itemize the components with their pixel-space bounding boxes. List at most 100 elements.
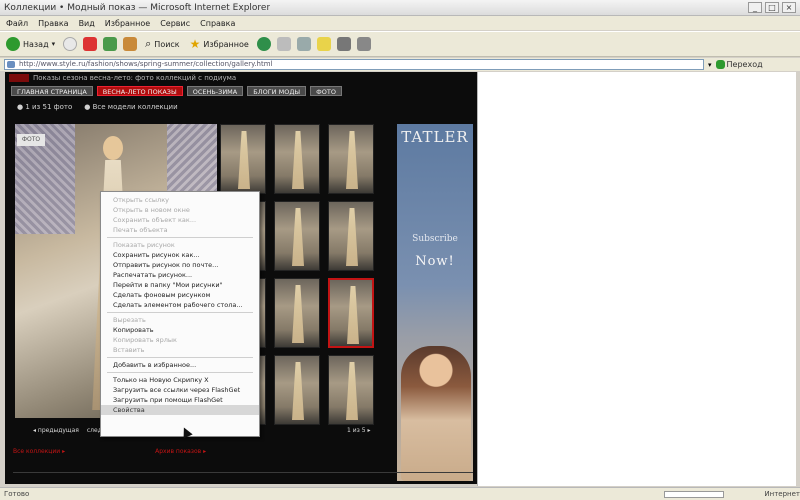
menu-favorites[interactable]: Избранное (105, 19, 150, 28)
progress-bar (664, 490, 725, 498)
nav-tab-autumn-winter[interactable]: ОСЕНЬ-ЗИМА (186, 86, 244, 96)
thumb-figure (292, 285, 304, 343)
home-icon[interactable] (123, 37, 138, 51)
refresh-icon[interactable] (103, 37, 118, 51)
go-button[interactable]: Переход (715, 60, 763, 69)
search-label: Поиск (154, 39, 180, 49)
footer-link[interactable]: Архив показов ▸ (155, 448, 206, 455)
nav-tab-spring-summer[interactable]: ВЕСНА-ЛЕТО ПОКАЗЫ (96, 86, 183, 96)
context-menu-item: Вырезать (113, 316, 146, 324)
maximize-button[interactable]: □ (765, 2, 779, 13)
context-menu-item: Печать объекта (113, 226, 168, 234)
search-icon: ⌕ (145, 37, 152, 50)
menu-tools[interactable]: Сервис (160, 19, 190, 28)
context-menu-item[interactable]: Сделать фоновым рисунком (101, 290, 259, 300)
menu-bar: Файл Правка Вид Избранное Сервис Справка (0, 16, 800, 30)
chevron-down-icon: ▾ (51, 40, 56, 48)
context-menu-separator (107, 372, 253, 373)
context-menu-item[interactable]: Перейти в папку "Мои рисунки" (101, 280, 259, 290)
context-menu-item[interactable]: Загрузить при помощи FlashGet (101, 395, 259, 405)
search-button[interactable]: ⌕ Поиск (143, 34, 182, 54)
thumb-figure (292, 208, 304, 266)
menu-help[interactable]: Справка (200, 19, 235, 28)
star-icon: ★ (189, 37, 201, 51)
thumbnail[interactable] (328, 355, 374, 425)
context-menu-item[interactable]: Копировать (101, 325, 259, 335)
context-menu-item[interactable]: Сделать элементом рабочего стола... (101, 300, 259, 310)
address-bar: http://www.style.ru/fashion/shows/spring… (0, 58, 800, 71)
context-menu-item[interactable]: Только на Новую Скрипку X (101, 375, 259, 385)
ad-now: Now! (415, 254, 455, 269)
site-header-text: Показы сезона весна-лето: фото коллекций… (33, 74, 237, 82)
thumbnail[interactable] (328, 124, 374, 194)
ad-model-photo (401, 346, 471, 481)
thumb-figure (238, 131, 250, 189)
stop-icon[interactable] (83, 37, 98, 51)
thumb-figure (346, 208, 358, 266)
edit-icon[interactable] (316, 37, 331, 51)
status-bar: Готово Интернет (0, 487, 800, 500)
menu-file[interactable]: Файл (6, 19, 28, 28)
all-models-link[interactable]: ● Все модели коллекции (84, 103, 177, 111)
thumbnail[interactable] (274, 278, 320, 348)
thumb-figure (347, 286, 359, 344)
context-menu-item[interactable]: Загрузить все ссылки через FlashGet (101, 385, 259, 395)
context-menu-item[interactable]: Распечатать рисунок... (101, 270, 259, 280)
mail-icon[interactable] (276, 37, 291, 51)
go-label: Переход (726, 60, 763, 69)
favorites-button[interactable]: ★ Избранное (188, 34, 251, 54)
nav-tab-photo[interactable]: ФОТО (310, 86, 342, 96)
back-button[interactable]: Назад ▾ (4, 34, 57, 54)
context-menu-item[interactable]: Добавить в избранное... (101, 360, 259, 370)
tatler-ad-banner[interactable]: TATLER Subscribe Now! (397, 124, 473, 481)
thumbnail[interactable] (274, 355, 320, 425)
messenger-icon[interactable] (356, 37, 371, 51)
thumbnail[interactable] (220, 124, 266, 194)
address-input[interactable]: http://www.style.ru/fashion/shows/spring… (4, 59, 704, 70)
prev-link[interactable]: ◂ предыдущая (33, 427, 79, 434)
context-menu-separator (107, 237, 253, 238)
nav-tab-home[interactable]: ГЛАВНАЯ СТРАНИЦА (11, 86, 93, 96)
thumbnail-selected[interactable] (328, 278, 374, 348)
forward-arrow-icon[interactable] (63, 37, 78, 51)
footer-divider (13, 472, 473, 473)
footer-links: Все коллекции ▸ Архив показов ▸ (13, 448, 206, 455)
context-menu-item: Сохранить объект как... (113, 216, 197, 224)
discuss-icon[interactable] (336, 37, 351, 51)
context-menu-item: Вставить (113, 346, 145, 354)
blank-page-area (477, 72, 796, 486)
context-menu-item[interactable]: Свойства (101, 405, 259, 415)
toolbar: Назад ▾ ⌕ Поиск ★ Избранное (0, 31, 800, 57)
context-menu-item: Открыть в новом окне (113, 206, 190, 214)
photo-caption: ФОТО (17, 134, 45, 146)
context-menu-separator (107, 357, 253, 358)
site-nav: ГЛАВНАЯ СТРАНИЦА ВЕСНА-ЛЕТО ПОКАЗЫ ОСЕНЬ… (11, 86, 342, 96)
model-head (103, 136, 123, 160)
menu-view[interactable]: Вид (79, 19, 95, 28)
context-menu-separator (107, 312, 253, 313)
favorites-label: Избранное (203, 39, 249, 49)
window-controls: _ □ × (748, 2, 796, 13)
ad-subscribe: Subscribe (412, 234, 458, 244)
minimize-button[interactable]: _ (748, 2, 762, 13)
thumbnail[interactable] (274, 124, 320, 194)
thumbnail[interactable] (274, 201, 320, 271)
site-logo[interactable] (9, 74, 29, 82)
nav-tab-blogs[interactable]: БЛОГИ МОДЫ (247, 86, 307, 96)
print-icon[interactable] (296, 37, 311, 51)
history-icon[interactable] (256, 37, 271, 51)
window-title: Коллекции • Модный показ — Microsoft Int… (4, 2, 271, 13)
close-button[interactable]: × (782, 2, 796, 13)
context-menu-item[interactable]: Сохранить рисунок как... (101, 250, 259, 260)
thumbnail[interactable] (328, 201, 374, 271)
footer-link[interactable]: Все коллекции ▸ (13, 448, 65, 455)
scrollbar[interactable] (796, 72, 800, 486)
context-menu-item[interactable]: Отправить рисунок по почте... (101, 260, 259, 270)
status-text: Готово (4, 490, 30, 498)
context-menu-item: Показать рисунок (113, 241, 175, 249)
site-header: Показы сезона весна-лето: фото коллекций… (5, 72, 477, 84)
address-dropdown-icon[interactable]: ▾ (708, 61, 712, 69)
context-menu-item: Открыть ссылку (113, 196, 169, 204)
pager-right[interactable]: 1 из 5 ▸ (347, 427, 370, 434)
menu-edit[interactable]: Правка (38, 19, 68, 28)
